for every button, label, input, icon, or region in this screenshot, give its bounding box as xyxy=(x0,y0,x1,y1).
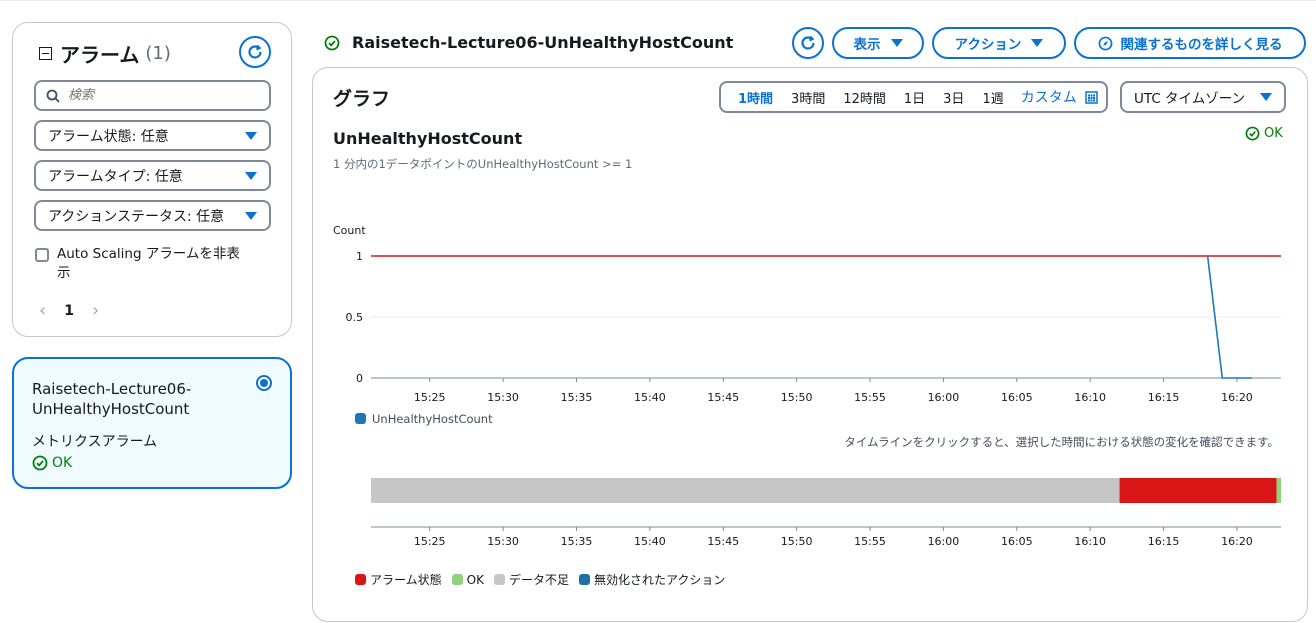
x-tick-label: 15:55 xyxy=(854,391,886,404)
alarm-card-status-label: OK xyxy=(52,455,73,471)
caret-down-icon xyxy=(890,39,903,47)
search-field[interactable] xyxy=(34,80,271,111)
legend-label: データ不足 xyxy=(508,573,569,587)
alarms-count: (1) xyxy=(145,43,171,64)
refresh-button[interactable] xyxy=(792,27,824,59)
page-number[interactable]: 1 xyxy=(64,303,74,319)
view-button-label: 表示 xyxy=(853,37,881,53)
alarm-card-name: Raisetech-Lecture06-UnHealthyHostCount xyxy=(32,380,192,418)
legend-label: 無効化されたアクション xyxy=(593,573,726,587)
timeline-tick-label: 16:05 xyxy=(1001,535,1033,548)
timeline-tick-label: 15:55 xyxy=(854,535,886,548)
caret-down-icon xyxy=(1031,39,1044,47)
x-tick-label: 15:40 xyxy=(634,391,666,404)
legend-label: OK xyxy=(466,572,484,587)
hide-autoscaling-option: Auto Scaling アラームを非表示 xyxy=(35,245,247,283)
alarm-card[interactable]: Raisetech-Lecture06-UnHealthyHostCount メ… xyxy=(12,357,292,489)
graph-panel: グラフ 1時間 3時間 12時間 1日 3日 1週 カスタム UTC タイムゾー… xyxy=(312,67,1308,622)
timeline-tick-label: 16:20 xyxy=(1221,535,1253,548)
alarm-header: Raisetech-Lecture06-UnHealthyHostCount xyxy=(324,33,733,52)
timeline-legend-item: OK xyxy=(451,572,484,587)
action-status-filter[interactable]: アクションステータス: 任意 xyxy=(34,200,271,231)
related-resources-label: 関連するものを詳しく見る xyxy=(1120,37,1283,53)
timeline-tick-label: 16:10 xyxy=(1074,535,1106,548)
alarm-state-filter[interactable]: アラーム状態: 任意 xyxy=(34,120,271,151)
metric-chart[interactable]: Count 1 0.5 0 15:25 15:30 15:35 15:40 15:45 15:50… xyxy=(313,68,1307,621)
refresh-alarms-button[interactable] xyxy=(239,36,271,68)
timeline-segment xyxy=(371,478,1120,503)
x-tick-label: 16:05 xyxy=(1001,391,1033,404)
y-tick-label: 0.5 xyxy=(346,311,364,324)
x-tick-label: 15:50 xyxy=(781,391,813,404)
series-legend-label: UnHealthyHostCount xyxy=(372,412,493,426)
timeline-note: タイムラインをクリックすると、選択した時間における状態の変化を確認できます。 xyxy=(844,435,1279,449)
timeline-tick-label: 15:35 xyxy=(561,535,593,548)
legend-label: アラーム状態 xyxy=(370,573,442,587)
hide-autoscaling-checkbox[interactable] xyxy=(35,248,49,262)
x-tick-label: 15:30 xyxy=(487,391,519,404)
x-tick-label: 16:10 xyxy=(1074,391,1106,404)
series-legend-swatch xyxy=(355,413,366,424)
search-icon xyxy=(46,89,60,103)
timeline-tick-label: 15:40 xyxy=(634,535,666,548)
y-tick-label: 0 xyxy=(356,372,363,385)
timeline-tick-label: 15:45 xyxy=(707,535,739,548)
x-tick-label: 15:45 xyxy=(707,391,739,404)
y-tick-label: 1 xyxy=(356,250,363,263)
x-tick-label: 16:15 xyxy=(1148,391,1180,404)
view-button[interactable]: 表示 xyxy=(832,27,924,59)
timeline-tick-label: 15:30 xyxy=(487,535,519,548)
legend-swatch xyxy=(578,574,590,585)
alarms-title: アラーム xyxy=(60,43,140,67)
timeline-segment xyxy=(1119,478,1277,503)
legend-swatch xyxy=(451,574,463,585)
timeline-tick-label: 16:15 xyxy=(1148,535,1180,548)
related-resources-button[interactable]: 関連するものを詳しく見る xyxy=(1074,27,1306,59)
refresh-icon xyxy=(801,35,815,50)
timeline-legend: アラーム状態 OK データ不足 無効化されたアクション xyxy=(355,571,725,588)
y-axis-label: Count xyxy=(333,224,366,237)
timeline-legend-item: データ不足 xyxy=(493,571,569,588)
x-tick-label: 15:25 xyxy=(414,391,446,404)
collapse-icon[interactable] xyxy=(39,47,52,60)
alarm-card-type: メトリクスアラーム xyxy=(32,434,158,450)
alarm-type-filter-label: アラームタイプ: 任意 xyxy=(48,168,183,185)
pagination: ‹ 1 › xyxy=(39,300,99,321)
legend-swatch xyxy=(355,574,366,585)
hide-autoscaling-label: Auto Scaling アラームを非表示 xyxy=(57,246,240,281)
refresh-icon xyxy=(248,44,262,59)
legend-swatch xyxy=(493,574,505,585)
timeline-tick-label: 15:25 xyxy=(414,535,446,548)
timeline-tick-label: 16:00 xyxy=(928,535,960,548)
chevron-right-icon[interactable]: › xyxy=(92,300,99,321)
action-status-filter-label: アクションステータス: 任意 xyxy=(48,208,225,225)
chevron-left-icon[interactable]: ‹ xyxy=(39,300,46,321)
caret-down-icon xyxy=(245,212,257,220)
alarms-panel: アラーム (1) アラーム状態: 任意 アラームタイプ: 任意 アクションステー… xyxy=(12,22,292,337)
status-ok-icon xyxy=(32,455,48,471)
caret-down-icon xyxy=(245,132,257,140)
timeline-legend-item: 無効化されたアクション xyxy=(578,571,726,588)
alarm-state-filter-label: アラーム状態: 任意 xyxy=(48,128,169,145)
alarm-type-filter[interactable]: アラームタイプ: 任意 xyxy=(34,160,271,191)
caret-down-icon xyxy=(245,172,257,180)
x-tick-label: 16:20 xyxy=(1221,391,1253,404)
timeline-segment xyxy=(1276,478,1281,503)
x-tick-label: 16:00 xyxy=(928,391,960,404)
actions-button-label: アクション xyxy=(954,37,1022,53)
alarms-header: アラーム (1) xyxy=(39,39,171,68)
alarm-card-status: OK xyxy=(32,455,72,471)
compass-icon xyxy=(1098,36,1112,50)
alarm-card-radio[interactable] xyxy=(256,375,272,391)
alarm-name: Raisetech-Lecture06-UnHealthyHostCount xyxy=(352,33,734,52)
timeline-tick-label: 15:50 xyxy=(781,535,813,548)
status-ok-icon xyxy=(324,35,340,50)
timeline-legend-item: アラーム状態 xyxy=(355,571,442,588)
x-tick-label: 15:35 xyxy=(561,391,593,404)
search-input[interactable] xyxy=(68,88,248,103)
actions-button[interactable]: アクション xyxy=(932,27,1066,59)
